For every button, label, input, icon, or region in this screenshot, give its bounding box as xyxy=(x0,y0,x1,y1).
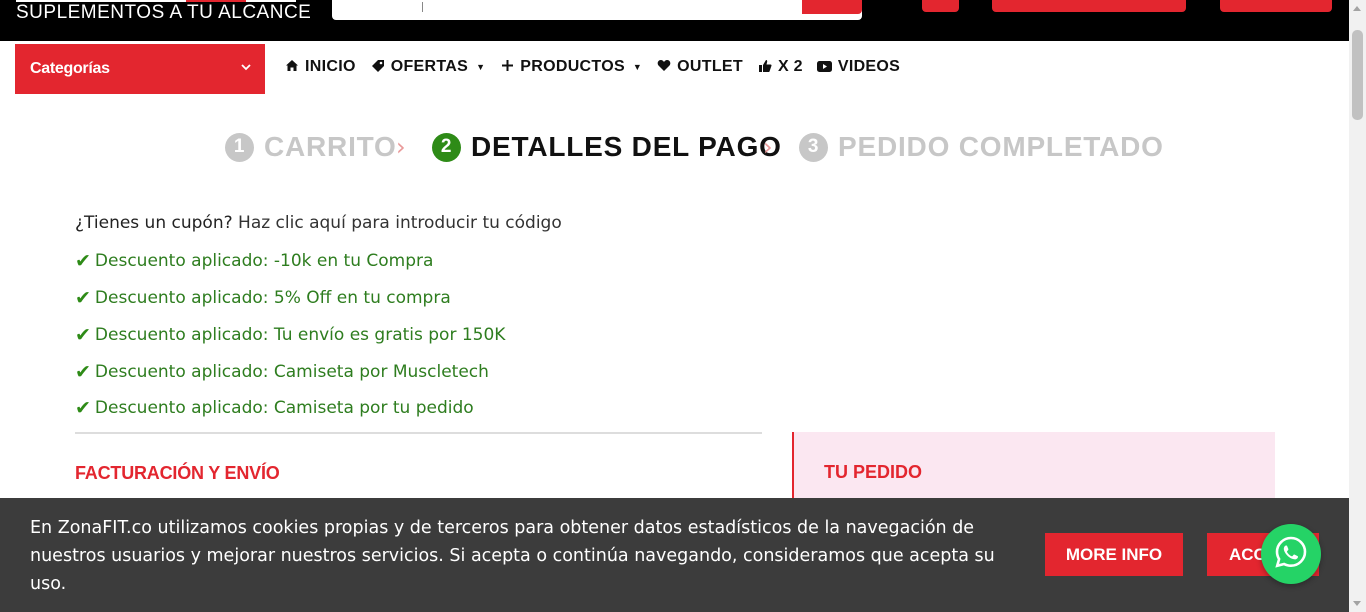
discount-notice: ✔ Descuento aplicado: Tu envío es gratis… xyxy=(75,324,505,346)
coupon-link[interactable]: Haz clic aquí para introducir tu código xyxy=(238,213,562,233)
logo-tagline: SUPLEMENTOS A TU ALCANCE xyxy=(16,2,312,23)
nav-label: INICIO xyxy=(305,58,356,75)
nav-item-outlet[interactable]: OUTLET xyxy=(656,58,743,76)
search-button[interactable] xyxy=(802,0,862,14)
notice-text: Descuento aplicado: Camiseta por Musclet… xyxy=(94,362,489,382)
cart-button[interactable] xyxy=(1220,0,1332,12)
scroll-up-arrow[interactable] xyxy=(1353,6,1361,11)
more-info-button[interactable]: MORE INFO xyxy=(1045,533,1183,576)
scrollbar[interactable] xyxy=(1349,0,1366,612)
caret-down-icon: ▼ xyxy=(476,62,486,72)
whatsapp-button[interactable] xyxy=(1261,524,1321,584)
nav-label: PRODUCTOS xyxy=(520,58,625,75)
check-icon: ✔ xyxy=(75,361,91,383)
scroll-thumb[interactable] xyxy=(1352,30,1363,120)
account-button[interactable] xyxy=(922,0,959,12)
step-detalles-del-pago: 2 DETALLES DEL PAGO xyxy=(432,131,782,163)
coupon-prompt: ¿Tienes un cupón? Haz clic aquí para int… xyxy=(75,213,562,233)
chevron-right-icon: › xyxy=(763,133,773,161)
check-icon: ✔ xyxy=(75,397,91,419)
scroll-down-arrow[interactable] xyxy=(1353,601,1361,606)
thumbs-up-icon xyxy=(757,59,773,76)
text-cursor xyxy=(422,2,423,12)
plus-icon xyxy=(499,59,515,75)
discount-notice: ✔ Descuento aplicado: 5% Off en tu compr… xyxy=(75,287,451,309)
discount-notice: ✔ Descuento aplicado: -10k en tu Compra xyxy=(75,250,433,272)
nav-label: VIDEOS xyxy=(837,58,901,75)
nav-item-productos[interactable]: PRODUCTOS ▼ xyxy=(499,58,642,76)
main-nav: INICIO OFERTAS ▼ PRODUCTOS ▼ OUTLET X 2 … xyxy=(284,58,914,76)
order-title: TU PEDIDO xyxy=(824,462,923,482)
step-label: DETALLES DEL PAGO xyxy=(471,131,782,162)
checkout-steps: 1 CARRITO › 2 DETALLES DEL PAGO › 3 PEDI… xyxy=(0,131,1366,167)
categories-label: Categorías xyxy=(30,60,110,77)
header-action-button[interactable] xyxy=(992,0,1186,12)
discount-notice: ✔ Descuento aplicado: Camiseta por tu pe… xyxy=(75,397,474,419)
nav-label: OFERTAS xyxy=(390,58,469,75)
cookie-banner: En ZonaFIT.co utilizamos cookies propias… xyxy=(0,498,1366,612)
step-number: 1 xyxy=(225,132,254,162)
nav-item-inicio[interactable]: INICIO xyxy=(284,58,356,76)
cookie-text: En ZonaFIT.co utilizamos cookies propias… xyxy=(30,518,995,594)
section-divider xyxy=(75,432,762,434)
notice-text: Descuento aplicado: Tu envío es gratis p… xyxy=(94,325,506,345)
home-icon xyxy=(284,59,300,75)
tag-icon xyxy=(370,59,386,76)
top-header: SUPLEMENTOS A TU ALCANCE xyxy=(0,0,1366,41)
step-number: 3 xyxy=(799,132,828,162)
youtube-icon xyxy=(817,60,833,75)
chevron-right-icon: › xyxy=(396,133,406,161)
step-carrito[interactable]: 1 CARRITO xyxy=(225,131,397,163)
step-label: CARRITO xyxy=(264,131,397,162)
billing-title: FACTURACIÓN Y ENVÍO xyxy=(75,463,280,483)
discount-notice: ✔ Descuento aplicado: Camiseta por Muscl… xyxy=(75,361,489,383)
step-label: PEDIDO COMPLETADO xyxy=(838,131,1164,162)
search-input[interactable] xyxy=(332,0,862,20)
caret-down-icon: ▼ xyxy=(632,62,643,72)
check-icon: ✔ xyxy=(75,287,91,309)
check-icon: ✔ xyxy=(75,250,91,272)
nav-item-x2[interactable]: X 2 xyxy=(757,58,803,76)
heart-icon xyxy=(656,59,672,75)
nav-item-ofertas[interactable]: OFERTAS ▼ xyxy=(370,58,486,76)
step-pedido-completado: 3 PEDIDO COMPLETADO xyxy=(799,131,1164,163)
check-icon: ✔ xyxy=(75,324,91,346)
chevron-down-icon xyxy=(241,60,251,74)
nav-item-videos[interactable]: VIDEOS xyxy=(817,58,900,76)
nav-label: OUTLET xyxy=(677,58,743,75)
categories-button[interactable]: Categorías xyxy=(15,44,265,94)
nav-label: X 2 xyxy=(777,58,803,75)
notice-text: Descuento aplicado: 5% Off en tu compra xyxy=(94,288,451,308)
step-number: 2 xyxy=(432,132,461,162)
coupon-question: ¿Tienes un cupón? xyxy=(75,213,233,233)
whatsapp-icon xyxy=(1273,534,1309,574)
notice-text: Descuento aplicado: Camiseta por tu pedi… xyxy=(94,398,474,418)
notice-text: Descuento aplicado: -10k en tu Compra xyxy=(94,251,434,271)
